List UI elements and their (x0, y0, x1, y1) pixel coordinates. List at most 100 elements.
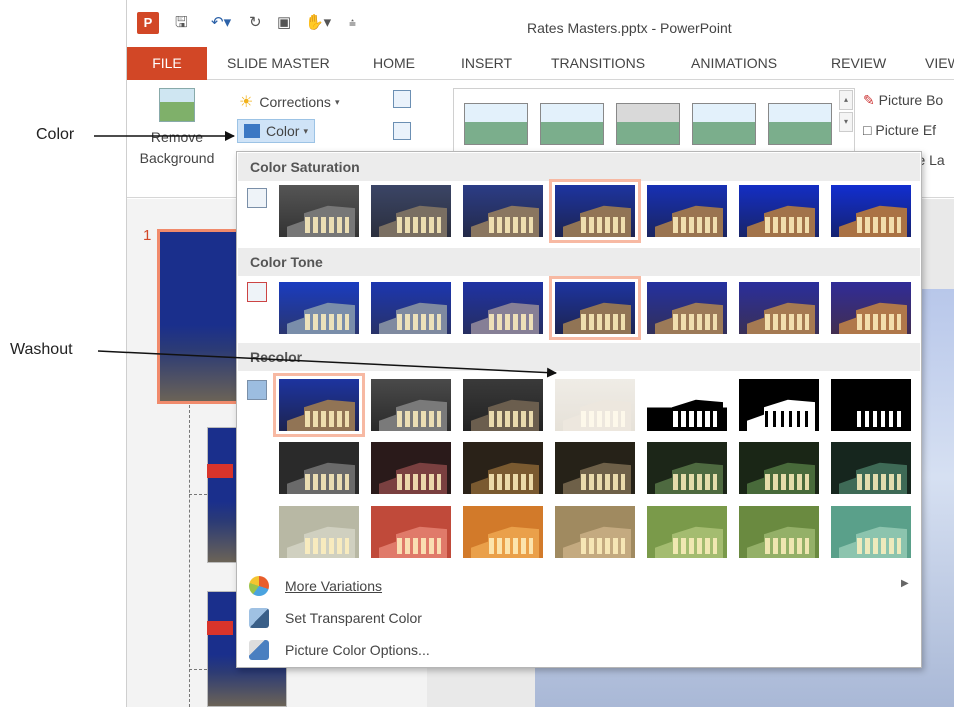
recolor-option[interactable] (371, 379, 451, 431)
picture-color-options-item[interactable]: Picture Color Options... (249, 636, 430, 664)
recolor-option[interactable] (647, 506, 727, 558)
recolor-option[interactable] (739, 506, 819, 558)
recolor-option[interactable] (371, 506, 451, 558)
color-tone-header: Color Tone (238, 248, 920, 276)
color-saturation-header: Color Saturation (238, 153, 920, 181)
slide-number: 1 (143, 227, 152, 244)
saturation-option[interactable] (647, 185, 727, 237)
color-label: Color (266, 123, 300, 139)
more-variations-label: More Variations (285, 578, 383, 594)
layout-connector (189, 494, 207, 495)
set-transparent-color-item[interactable]: Set Transparent Color (249, 604, 422, 632)
tab-slide-master[interactable]: SLIDE MASTER (227, 47, 330, 80)
picture-color-options-label: Picture Color Options... (285, 642, 430, 658)
callout-washout-label: Washout (10, 341, 73, 358)
tab-transitions[interactable]: TRANSITIONS (551, 47, 645, 80)
more-variations-item[interactable]: More Variations (249, 572, 382, 600)
picture-effects-button[interactable]: □ Picture Ef (863, 122, 936, 138)
picture-effects-label: Picture Ef (875, 122, 937, 138)
recolor-option[interactable] (555, 442, 635, 494)
gallery-scroll-down-icon[interactable]: ▾ (839, 112, 853, 132)
color-tone-option[interactable] (549, 276, 641, 340)
recolor-option[interactable] (279, 506, 359, 558)
chevron-down-icon: ▾ (334, 96, 340, 107)
color-button[interactable]: Color ▾ (237, 119, 315, 143)
recolor-option[interactable] (739, 379, 819, 431)
corrections-button[interactable]: ☀ Corrections ▾ (239, 90, 339, 114)
color-wheel-icon (249, 576, 269, 596)
tone-icon (247, 282, 267, 302)
saturation-option[interactable] (549, 179, 641, 243)
ribbon-tabs: FILE SLIDE MASTER HOME INSERT TRANSITION… (127, 47, 954, 80)
gallery-scroll-up-icon[interactable]: ▴ (839, 90, 853, 110)
picture-color-options-icon (249, 640, 269, 660)
recolor-header: Recolor (238, 343, 920, 371)
color-tone-option[interactable] (463, 282, 543, 334)
remove-background-button[interactable]: Remove Background (133, 88, 221, 169)
recolor-option[interactable] (555, 379, 635, 431)
powerpoint-logo-icon: P (137, 12, 159, 34)
undo-icon[interactable]: ↶▾ (211, 12, 231, 34)
recolor-option[interactable] (555, 506, 635, 558)
recolor-option[interactable] (273, 373, 365, 437)
recolor-option[interactable] (279, 442, 359, 494)
picture-style-thumb[interactable] (616, 103, 680, 145)
color-icon (244, 124, 260, 138)
tab-file[interactable]: FILE (127, 47, 207, 80)
change-picture-icon[interactable] (393, 122, 411, 140)
recolor-option[interactable] (739, 442, 819, 494)
saturation-option[interactable] (739, 185, 819, 237)
customize-icon[interactable]: ⩮ (349, 12, 356, 34)
picture-style-thumb[interactable] (692, 103, 756, 145)
color-dropdown-menu: Color Saturation Color Tone Recolor More… (236, 151, 922, 668)
recolor-option[interactable] (831, 506, 911, 558)
picture-border-label: Picture Bo (878, 92, 944, 108)
recolor-option[interactable] (647, 442, 727, 494)
submenu-arrow-icon: ▶ (901, 578, 909, 589)
picture-border-button[interactable]: ✎ Picture Bo (863, 92, 943, 109)
present-icon[interactable]: ▣ (277, 12, 291, 34)
recolor-option[interactable] (831, 379, 911, 431)
layout-connector (189, 669, 207, 670)
compress-pictures-icon[interactable] (393, 90, 411, 108)
remove-background-icon (159, 88, 195, 122)
touch-icon[interactable]: ✋▾ (305, 12, 331, 34)
layout-connector (189, 405, 190, 707)
tab-animations[interactable]: ANIMATIONS (691, 47, 777, 80)
layout-tag (207, 464, 233, 478)
color-tone-option[interactable] (279, 282, 359, 334)
redo-icon[interactable]: ↻ (249, 12, 262, 34)
picture-style-thumb[interactable] (464, 103, 528, 145)
saturation-option[interactable] (371, 185, 451, 237)
recolor-option[interactable] (371, 442, 451, 494)
color-tone-option[interactable] (647, 282, 727, 334)
set-transparent-icon (249, 608, 269, 628)
saturation-option[interactable] (279, 185, 359, 237)
tab-insert[interactable]: INSERT (461, 47, 512, 80)
corrections-icon: ☀ (239, 94, 254, 111)
recolor-option[interactable] (647, 379, 727, 431)
recolor-option[interactable] (463, 379, 543, 431)
saturation-icon (247, 188, 267, 208)
color-tone-option[interactable] (371, 282, 451, 334)
set-transparent-label: Set Transparent Color (285, 610, 422, 626)
tab-review[interactable]: REVIEW (831, 47, 886, 80)
window-title: Rates Masters.pptx - PowerPoint (527, 20, 732, 36)
saturation-option[interactable] (463, 185, 543, 237)
pencil-icon: ✎ (863, 92, 875, 108)
picture-style-thumb[interactable] (768, 103, 832, 145)
color-tone-option[interactable] (739, 282, 819, 334)
layout-tag (207, 621, 233, 635)
tab-view[interactable]: VIEW (925, 47, 954, 80)
saturation-option[interactable] (831, 185, 911, 237)
picture-style-thumb[interactable] (540, 103, 604, 145)
recolor-option[interactable] (463, 506, 543, 558)
tab-home[interactable]: HOME (373, 47, 415, 80)
effects-icon: □ (863, 122, 872, 138)
save-icon[interactable]: 🖫 (175, 12, 188, 34)
corrections-label: Corrections (259, 94, 331, 110)
color-tone-option[interactable] (831, 282, 911, 334)
recolor-option[interactable] (463, 442, 543, 494)
recolor-option[interactable] (831, 442, 911, 494)
recolor-icon (247, 380, 267, 400)
